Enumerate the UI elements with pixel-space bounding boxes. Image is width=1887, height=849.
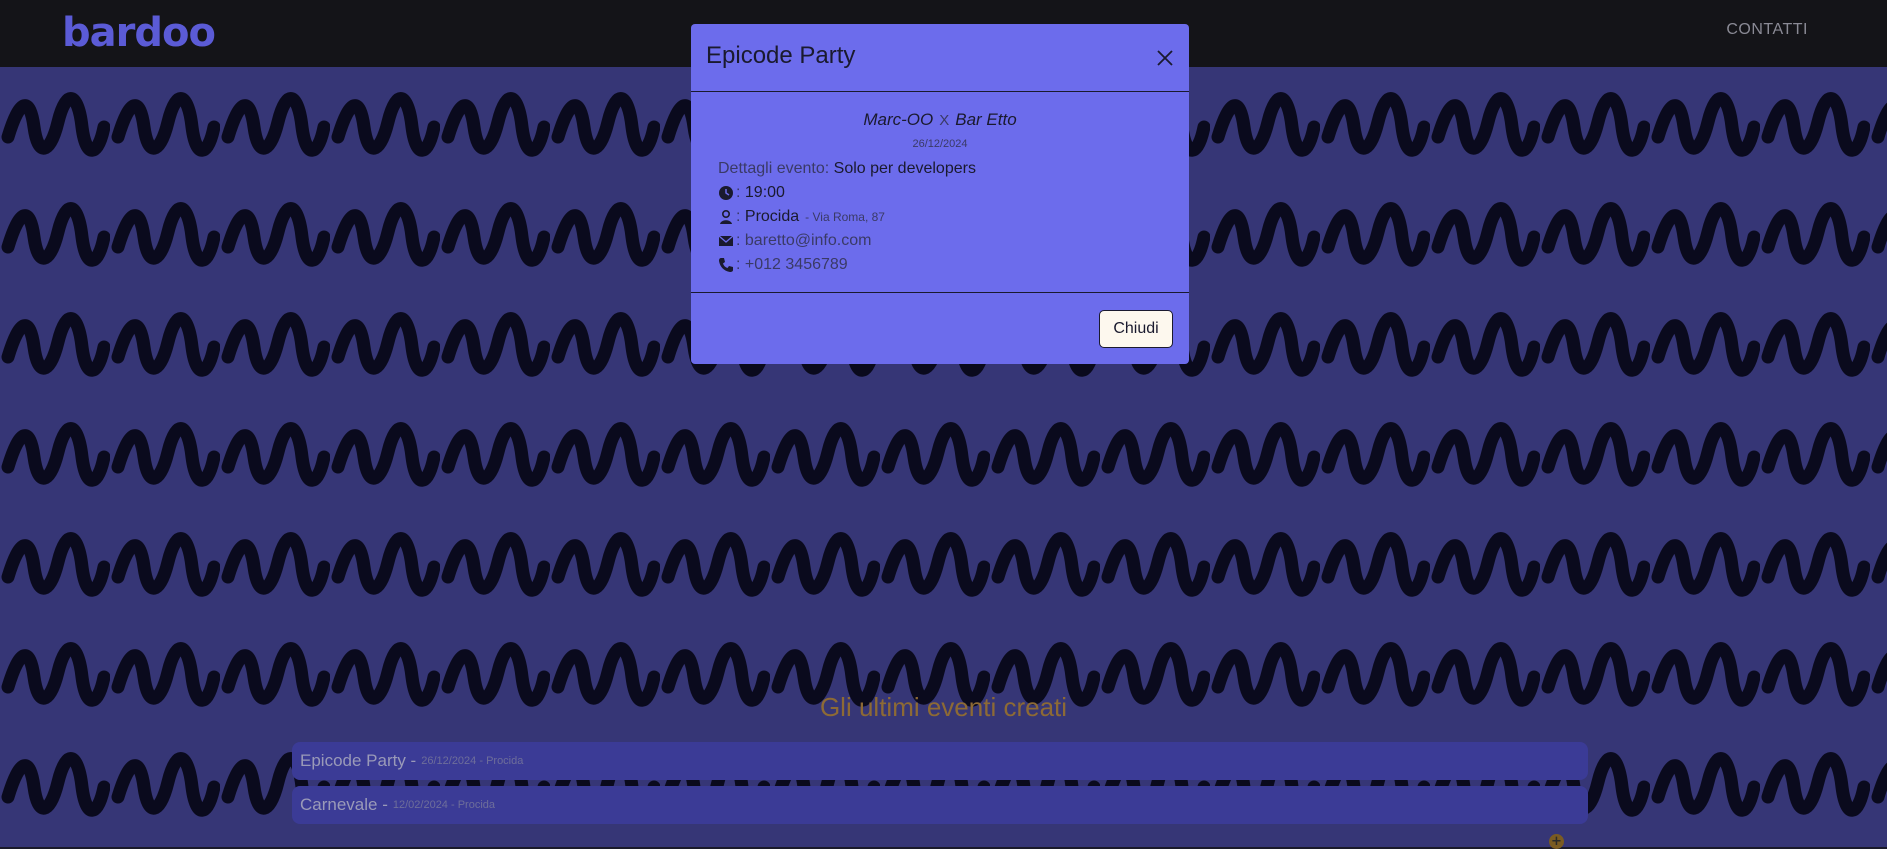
artist-name: Marc-OO <box>863 110 934 129</box>
event-meta: 12/02/2024 - Procida <box>392 799 496 811</box>
event-row[interactable]: Epicode Party - 26/12/2024 - Procida <box>292 742 1588 780</box>
city-value: Procida <box>744 208 800 225</box>
email-value[interactable]: baretto@info.com <box>745 232 872 250</box>
event-name: Carnevale - <box>300 795 388 814</box>
details-label: Dettagli evento: <box>718 160 830 177</box>
event-row[interactable]: Carnevale - 12/02/2024 - Procida <box>292 786 1588 824</box>
modal-header: Epicode Party <box>691 24 1189 92</box>
details-value: Solo per developers <box>833 160 976 177</box>
event-location: : Procida - Via Roma, 87 <box>718 208 885 226</box>
address-value: - Via Roma, 87 <box>805 210 885 224</box>
colon: : <box>736 232 741 249</box>
separator: X <box>939 112 950 129</box>
clock-icon <box>719 186 733 200</box>
event-parties: Marc-OO X Bar Etto <box>691 110 1189 130</box>
modal-title: Epicode Party <box>706 42 856 69</box>
person-pin-icon <box>720 209 732 224</box>
event-time: : 19:00 <box>718 184 785 202</box>
event-phone: : +012 3456789 <box>718 256 848 274</box>
event-details: Dettagli evento: Solo per developers <box>718 160 976 178</box>
close-button[interactable]: Chiudi <box>1099 310 1173 348</box>
events-section-title: Gli ultimi eventi creati <box>819 692 1068 722</box>
event-name: Epicode Party - <box>300 751 417 770</box>
event-email: : baretto@info.com <box>718 232 871 250</box>
time-value: 19:00 <box>744 184 785 201</box>
event-date: 26/12/2024 <box>912 138 968 150</box>
event-meta: 26/12/2024 - Procida <box>421 755 524 767</box>
logo[interactable]: bardoo <box>62 10 216 56</box>
colon: : <box>736 208 741 225</box>
nav-link-contatti[interactable]: CONTATTI <box>1726 21 1808 39</box>
colon: : <box>736 184 741 201</box>
envelope-icon <box>718 235 734 246</box>
phone-icon <box>719 258 733 272</box>
colon: : <box>736 256 741 273</box>
close-icon[interactable] <box>1155 48 1175 68</box>
phone-value[interactable]: +012 3456789 <box>745 256 848 274</box>
event-modal: Epicode Party Marc-OO X Bar Etto 26/12/202… <box>691 24 1189 364</box>
modal-body: Marc-OO X Bar Etto 26/12/2024 Dettagli eve… <box>691 92 1189 293</box>
modal-footer: Chiudi <box>691 293 1189 365</box>
venue-name: Bar Etto <box>955 110 1017 129</box>
